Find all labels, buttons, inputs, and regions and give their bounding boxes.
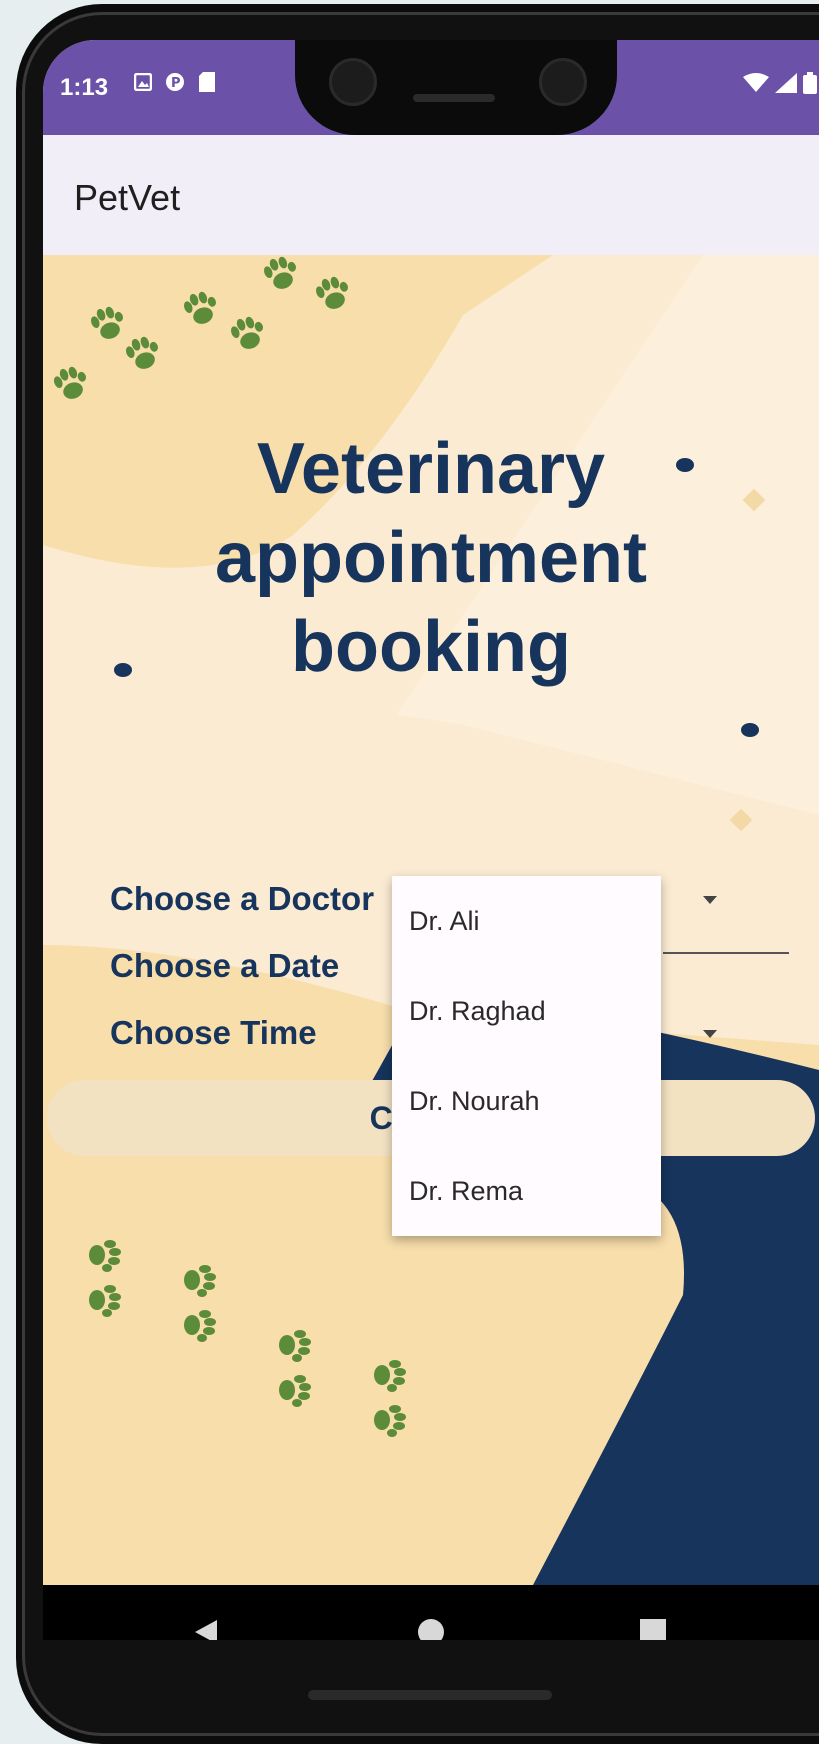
doctor-option[interactable]: Dr. Rema [392,1146,661,1236]
image-icon [133,72,153,92]
svg-text:P: P [171,76,181,91]
date-input[interactable] [663,952,789,954]
app-title: PetVet [74,177,181,218]
doctor-spinner-arrow-icon[interactable] [703,896,717,904]
doctor-option[interactable]: Dr. Ali [392,876,661,966]
status-bar: 1:13 P [43,40,819,135]
camera-notch [295,40,617,135]
sd-card-icon [197,72,217,92]
date-label: Choose a Date [110,947,340,984]
signal-icon [775,73,797,98]
screen: 1:13 P PetVet Veterinary appointment boo… [43,40,819,1640]
heading-line: appointment [215,518,647,598]
bottom-speaker-grille [308,1690,552,1700]
home-icon[interactable] [409,1610,453,1640]
time-spinner-arrow-icon[interactable] [703,1030,717,1038]
heading-line: booking [291,607,571,687]
p-badge-icon: P [165,72,185,92]
doctor-dropdown-menu: Dr. Ali Dr. Raghad Dr. Nourah Dr. Rema [392,876,661,1236]
back-icon[interactable] [184,1610,228,1640]
page-heading: Veterinary appointment booking [43,425,819,692]
recents-icon[interactable] [631,1610,675,1640]
time-label: Choose Time [110,1014,317,1051]
navigation-bar [43,1585,819,1640]
doctor-label: Choose a Doctor [110,880,375,917]
wifi-icon [743,73,769,98]
earpiece-speaker [413,94,495,102]
status-icons-right [743,72,817,99]
front-camera [329,58,377,106]
heading-line: Veterinary [256,429,606,509]
app-bar: PetVet [43,135,819,255]
doctor-option[interactable]: Dr. Nourah [392,1056,661,1146]
status-time: 1:13 [60,74,109,101]
battery-icon [803,72,817,99]
doctor-option[interactable]: Dr. Raghad [392,966,661,1056]
front-sensor [539,58,587,106]
status-icons-left: P [133,72,217,92]
